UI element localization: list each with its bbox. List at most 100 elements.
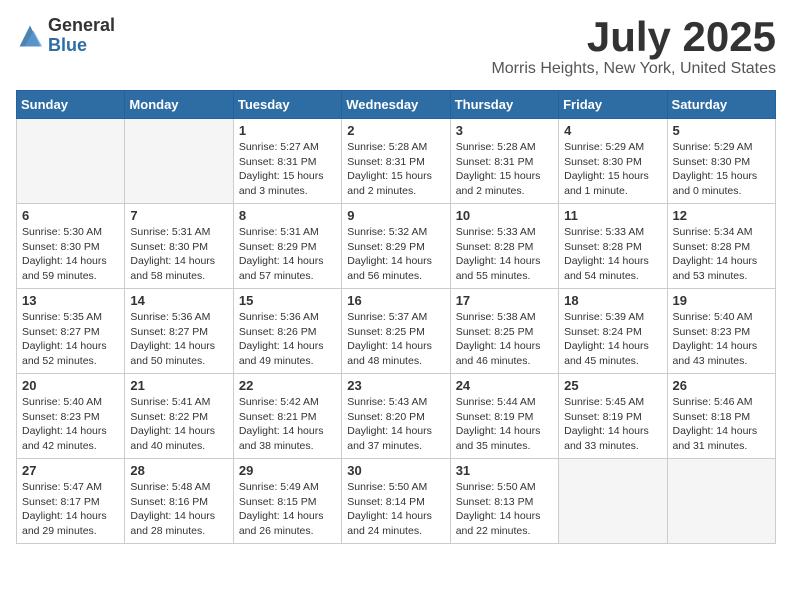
logo-text: General Blue — [48, 16, 115, 56]
day-number: 21 — [130, 378, 227, 393]
calendar-cell: 12Sunrise: 5:34 AMSunset: 8:28 PMDayligh… — [667, 204, 775, 289]
calendar-cell: 23Sunrise: 5:43 AMSunset: 8:20 PMDayligh… — [342, 374, 450, 459]
day-number: 7 — [130, 208, 227, 223]
calendar-cell: 13Sunrise: 5:35 AMSunset: 8:27 PMDayligh… — [17, 289, 125, 374]
header-monday: Monday — [125, 91, 233, 119]
day-number: 1 — [239, 123, 336, 138]
calendar-cell: 4 Sunrise: 5:29 AMSunset: 8:30 PMDaylight… — [559, 119, 667, 204]
calendar-cell: 28 Sunrise: 5:48 AMSunset: 8:16 PMDayligh… — [125, 459, 233, 544]
day-number: 18 — [564, 293, 661, 308]
calendar-cell: 30Sunrise: 5:50 AMSunset: 8:14 PMDayligh… — [342, 459, 450, 544]
day-number: 22 — [239, 378, 336, 393]
calendar-cell: 9Sunrise: 5:32 AMSunset: 8:29 PMDaylight… — [342, 204, 450, 289]
calendar-cell: 16Sunrise: 5:37 AMSunset: 8:25 PMDayligh… — [342, 289, 450, 374]
calendar-cell: 26 Sunrise: 5:46 AMSunset: 8:18 PMDayligh… — [667, 374, 775, 459]
cell-details: Sunrise: 5:50 AMSunset: 8:13 PMDaylight:… — [456, 480, 553, 539]
day-number: 11 — [564, 208, 661, 223]
cell-details: Sunrise: 5:50 AMSunset: 8:14 PMDaylight:… — [347, 480, 444, 539]
day-number: 27 — [22, 463, 119, 478]
calendar-cell: 11 Sunrise: 5:33 AMSunset: 8:28 PMDayligh… — [559, 204, 667, 289]
calendar-table: SundayMondayTuesdayWednesdayThursdayFrid… — [16, 90, 776, 544]
day-number: 4 — [564, 123, 661, 138]
cell-details: Sunrise: 5:35 AMSunset: 8:27 PMDaylight:… — [22, 310, 119, 369]
month-title: July 2025 — [491, 16, 776, 58]
calendar-cell: 31 Sunrise: 5:50 AMSunset: 8:13 PMDayligh… — [450, 459, 558, 544]
day-number: 14 — [130, 293, 227, 308]
day-number: 25 — [564, 378, 661, 393]
day-number: 31 — [456, 463, 553, 478]
day-number: 17 — [456, 293, 553, 308]
calendar-cell: 18 Sunrise: 5:39 AMSunset: 8:24 PMDayligh… — [559, 289, 667, 374]
cell-details: Sunrise: 5:46 AMSunset: 8:18 PMDaylight:… — [673, 395, 770, 454]
day-number: 24 — [456, 378, 553, 393]
calendar-cell: 17Sunrise: 5:38 AMSunset: 8:25 PMDayligh… — [450, 289, 558, 374]
calendar-cell: 5 Sunrise: 5:29 AMSunset: 8:30 PMDaylight… — [667, 119, 775, 204]
calendar-cell: 3 Sunrise: 5:28 AMSunset: 8:31 PMDaylight… — [450, 119, 558, 204]
calendar-header-row: SundayMondayTuesdayWednesdayThursdayFrid… — [17, 91, 776, 119]
day-number: 26 — [673, 378, 770, 393]
calendar-cell — [125, 119, 233, 204]
cell-details: Sunrise: 5:28 AMSunset: 8:31 PMDaylight:… — [347, 140, 444, 199]
calendar-cell: 25Sunrise: 5:45 AMSunset: 8:19 PMDayligh… — [559, 374, 667, 459]
header-wednesday: Wednesday — [342, 91, 450, 119]
calendar-cell: 22 Sunrise: 5:42 AMSunset: 8:21 PMDayligh… — [233, 374, 341, 459]
cell-details: Sunrise: 5:33 AMSunset: 8:28 PMDaylight:… — [456, 225, 553, 284]
cell-details: Sunrise: 5:33 AMSunset: 8:28 PMDaylight:… — [564, 225, 661, 284]
header-thursday: Thursday — [450, 91, 558, 119]
day-number: 8 — [239, 208, 336, 223]
cell-details: Sunrise: 5:32 AMSunset: 8:29 PMDaylight:… — [347, 225, 444, 284]
cell-details: Sunrise: 5:40 AMSunset: 8:23 PMDaylight:… — [22, 395, 119, 454]
calendar-cell: 20 Sunrise: 5:40 AMSunset: 8:23 PMDayligh… — [17, 374, 125, 459]
header-saturday: Saturday — [667, 91, 775, 119]
day-number: 3 — [456, 123, 553, 138]
header-sunday: Sunday — [17, 91, 125, 119]
calendar-cell: 8Sunrise: 5:31 AMSunset: 8:29 PMDaylight… — [233, 204, 341, 289]
cell-details: Sunrise: 5:29 AMSunset: 8:30 PMDaylight:… — [673, 140, 770, 199]
calendar-cell: 27 Sunrise: 5:47 AMSunset: 8:17 PMDayligh… — [17, 459, 125, 544]
day-number: 2 — [347, 123, 444, 138]
calendar-cell: 24Sunrise: 5:44 AMSunset: 8:19 PMDayligh… — [450, 374, 558, 459]
calendar-cell: 7 Sunrise: 5:31 AMSunset: 8:30 PMDaylight… — [125, 204, 233, 289]
calendar-cell — [667, 459, 775, 544]
cell-details: Sunrise: 5:43 AMSunset: 8:20 PMDaylight:… — [347, 395, 444, 454]
calendar-cell: 10 Sunrise: 5:33 AMSunset: 8:28 PMDayligh… — [450, 204, 558, 289]
week-row-4: 27 Sunrise: 5:47 AMSunset: 8:17 PMDayligh… — [17, 459, 776, 544]
cell-details: Sunrise: 5:39 AMSunset: 8:24 PMDaylight:… — [564, 310, 661, 369]
day-number: 5 — [673, 123, 770, 138]
cell-details: Sunrise: 5:31 AMSunset: 8:30 PMDaylight:… — [130, 225, 227, 284]
cell-details: Sunrise: 5:49 AMSunset: 8:15 PMDaylight:… — [239, 480, 336, 539]
logo-general-text: General — [48, 16, 115, 36]
logo-icon — [16, 22, 44, 50]
calendar-cell: 6 Sunrise: 5:30 AMSunset: 8:30 PMDaylight… — [17, 204, 125, 289]
cell-details: Sunrise: 5:41 AMSunset: 8:22 PMDaylight:… — [130, 395, 227, 454]
calendar-cell — [17, 119, 125, 204]
logo: General Blue — [16, 16, 115, 56]
week-row-1: 6 Sunrise: 5:30 AMSunset: 8:30 PMDaylight… — [17, 204, 776, 289]
day-number: 20 — [22, 378, 119, 393]
cell-details: Sunrise: 5:28 AMSunset: 8:31 PMDaylight:… — [456, 140, 553, 199]
cell-details: Sunrise: 5:48 AMSunset: 8:16 PMDaylight:… — [130, 480, 227, 539]
calendar-cell: 21 Sunrise: 5:41 AMSunset: 8:22 PMDayligh… — [125, 374, 233, 459]
calendar-cell: 29Sunrise: 5:49 AMSunset: 8:15 PMDayligh… — [233, 459, 341, 544]
day-number: 19 — [673, 293, 770, 308]
header-tuesday: Tuesday — [233, 91, 341, 119]
calendar-cell: 1 Sunrise: 5:27 AMSunset: 8:31 PMDaylight… — [233, 119, 341, 204]
week-row-2: 13Sunrise: 5:35 AMSunset: 8:27 PMDayligh… — [17, 289, 776, 374]
cell-details: Sunrise: 5:37 AMSunset: 8:25 PMDaylight:… — [347, 310, 444, 369]
calendar-cell: 19Sunrise: 5:40 AMSunset: 8:23 PMDayligh… — [667, 289, 775, 374]
cell-details: Sunrise: 5:36 AMSunset: 8:27 PMDaylight:… — [130, 310, 227, 369]
page-header: General Blue July 2025 Morris Heights, N… — [16, 16, 776, 78]
cell-details: Sunrise: 5:30 AMSunset: 8:30 PMDaylight:… — [22, 225, 119, 284]
day-number: 28 — [130, 463, 227, 478]
calendar-cell — [559, 459, 667, 544]
week-row-3: 20 Sunrise: 5:40 AMSunset: 8:23 PMDayligh… — [17, 374, 776, 459]
cell-details: Sunrise: 5:47 AMSunset: 8:17 PMDaylight:… — [22, 480, 119, 539]
day-number: 6 — [22, 208, 119, 223]
calendar-cell: 15Sunrise: 5:36 AMSunset: 8:26 PMDayligh… — [233, 289, 341, 374]
day-number: 10 — [456, 208, 553, 223]
cell-details: Sunrise: 5:27 AMSunset: 8:31 PMDaylight:… — [239, 140, 336, 199]
cell-details: Sunrise: 5:29 AMSunset: 8:30 PMDaylight:… — [564, 140, 661, 199]
location-title: Morris Heights, New York, United States — [491, 60, 776, 78]
week-row-0: 1 Sunrise: 5:27 AMSunset: 8:31 PMDaylight… — [17, 119, 776, 204]
cell-details: Sunrise: 5:42 AMSunset: 8:21 PMDaylight:… — [239, 395, 336, 454]
